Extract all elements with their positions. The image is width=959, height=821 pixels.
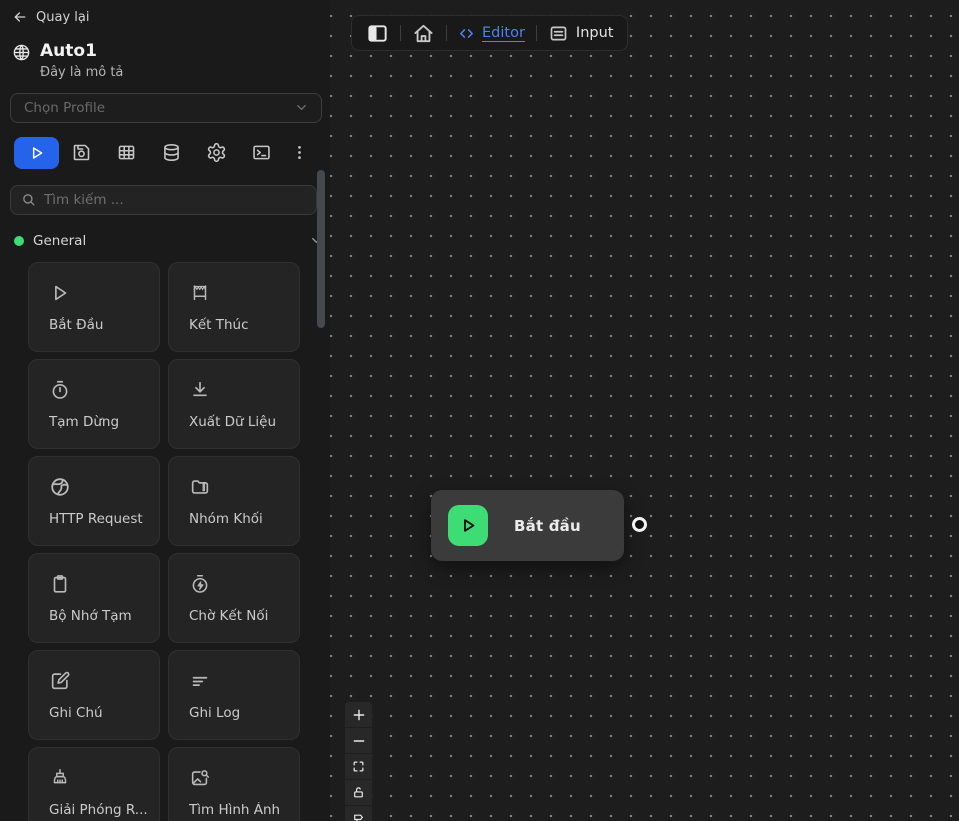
profile-select-placeholder: Chọn Profile xyxy=(24,100,105,116)
image-search-icon xyxy=(189,767,289,789)
block-card-ghi-chu[interactable]: Ghi Chú xyxy=(28,650,160,740)
back-label: Quay lại xyxy=(36,10,89,25)
divider xyxy=(446,25,447,41)
arrow-left-icon xyxy=(12,9,28,25)
fit-view-button[interactable] xyxy=(345,754,372,780)
zoom-in-button[interactable] xyxy=(345,702,372,728)
panel-left-icon xyxy=(366,22,389,45)
broom-icon xyxy=(49,767,149,789)
save-icon xyxy=(71,142,92,163)
timer-icon xyxy=(49,379,149,401)
globe-icon xyxy=(49,476,149,498)
finish-goal-icon xyxy=(189,282,289,304)
section-general[interactable]: General xyxy=(14,233,324,249)
sidebar-toolbar xyxy=(10,137,330,169)
sidebar: Quay lại Auto1 Đây là mô tả Chọn Profile xyxy=(0,0,330,821)
workflow-description: Đây là mô tả xyxy=(40,65,123,80)
node-play-icon xyxy=(448,505,488,546)
table-button[interactable] xyxy=(104,137,149,169)
sidebar-scrollbar[interactable] xyxy=(317,170,325,328)
tab-input[interactable]: Input xyxy=(548,23,614,44)
block-card-giai-phong-ram[interactable]: Giải Phóng R... xyxy=(28,747,160,821)
block-card-bo-nho-tam[interactable]: Bộ Nhớ Tạm xyxy=(28,553,160,643)
terminal-icon xyxy=(251,142,272,163)
block-card-cho-ket-noi[interactable]: Chờ Kết Nối xyxy=(168,553,300,643)
blocks-grid: Bắt Đầu Kết Thúc Tạm Dừng xyxy=(28,262,300,821)
block-card-ket-thuc[interactable]: Kết Thúc xyxy=(168,262,300,352)
status-dot xyxy=(14,236,24,246)
search-icon xyxy=(21,192,36,207)
play-icon xyxy=(29,145,45,161)
back-button[interactable]: Quay lại xyxy=(12,9,89,25)
block-card-http-request[interactable]: HTTP Request xyxy=(28,456,160,546)
canvas-topbar: Editor Input xyxy=(351,15,628,51)
divider xyxy=(400,25,401,41)
database-button[interactable] xyxy=(149,137,194,169)
folder-group-icon xyxy=(189,476,289,498)
unlock-button[interactable] xyxy=(345,780,372,806)
form-input-icon xyxy=(548,23,569,44)
profile-select[interactable]: Chọn Profile xyxy=(10,93,322,123)
home-icon xyxy=(412,22,435,45)
kebab-menu-icon xyxy=(290,143,309,162)
note-edit-icon xyxy=(49,670,149,692)
search-box xyxy=(10,185,317,215)
table-icon xyxy=(116,142,137,163)
section-label: General xyxy=(33,233,309,249)
flow-canvas[interactable]: Editor Input Bắt đầu xyxy=(330,0,959,821)
settings-button[interactable] xyxy=(194,137,239,169)
home-button[interactable] xyxy=(412,22,435,45)
globe-icon xyxy=(12,43,31,62)
workflow-title: Auto1 xyxy=(40,42,123,62)
input-tab-label: Input xyxy=(576,25,614,41)
log-lines-icon xyxy=(189,670,289,692)
workflow-header: Auto1 Đây là mô tả xyxy=(12,42,330,80)
extra-control-button[interactable] xyxy=(345,806,372,821)
canvas-controls xyxy=(345,702,372,821)
chevron-down-icon xyxy=(294,100,309,115)
more-button[interactable] xyxy=(284,137,314,169)
node-output-handle[interactable] xyxy=(632,517,647,532)
node-start[interactable]: Bắt đầu xyxy=(431,490,624,561)
node-label: Bắt đầu xyxy=(514,517,581,535)
tab-editor[interactable]: Editor xyxy=(458,25,525,42)
run-workflow-button[interactable] xyxy=(14,137,59,169)
block-card-tam-dung[interactable]: Tạm Dừng xyxy=(28,359,160,449)
code-icon xyxy=(458,25,475,42)
search-input[interactable] xyxy=(44,192,306,208)
clipboard-icon xyxy=(49,573,149,595)
toggle-sidebar-button[interactable] xyxy=(366,22,389,45)
divider xyxy=(536,25,537,41)
timer-bolt-icon xyxy=(189,573,289,595)
block-card-ghi-log[interactable]: Ghi Log xyxy=(168,650,300,740)
block-card-tim-hinh-anh[interactable]: Tìm Hình Ảnh xyxy=(168,747,300,821)
block-card-nhom-khoi[interactable]: Nhóm Khối xyxy=(168,456,300,546)
gear-icon xyxy=(206,142,227,163)
block-card-bat-dau[interactable]: Bắt Đầu xyxy=(28,262,160,352)
download-icon xyxy=(189,379,289,401)
editor-tab-label: Editor xyxy=(482,25,525,41)
block-card-xuat-du-lieu[interactable]: Xuất Dữ Liệu xyxy=(168,359,300,449)
save-button[interactable] xyxy=(59,137,104,169)
play-outline-icon xyxy=(49,282,149,304)
zoom-out-button[interactable] xyxy=(345,728,372,754)
database-icon xyxy=(161,142,182,163)
console-button[interactable] xyxy=(239,137,284,169)
